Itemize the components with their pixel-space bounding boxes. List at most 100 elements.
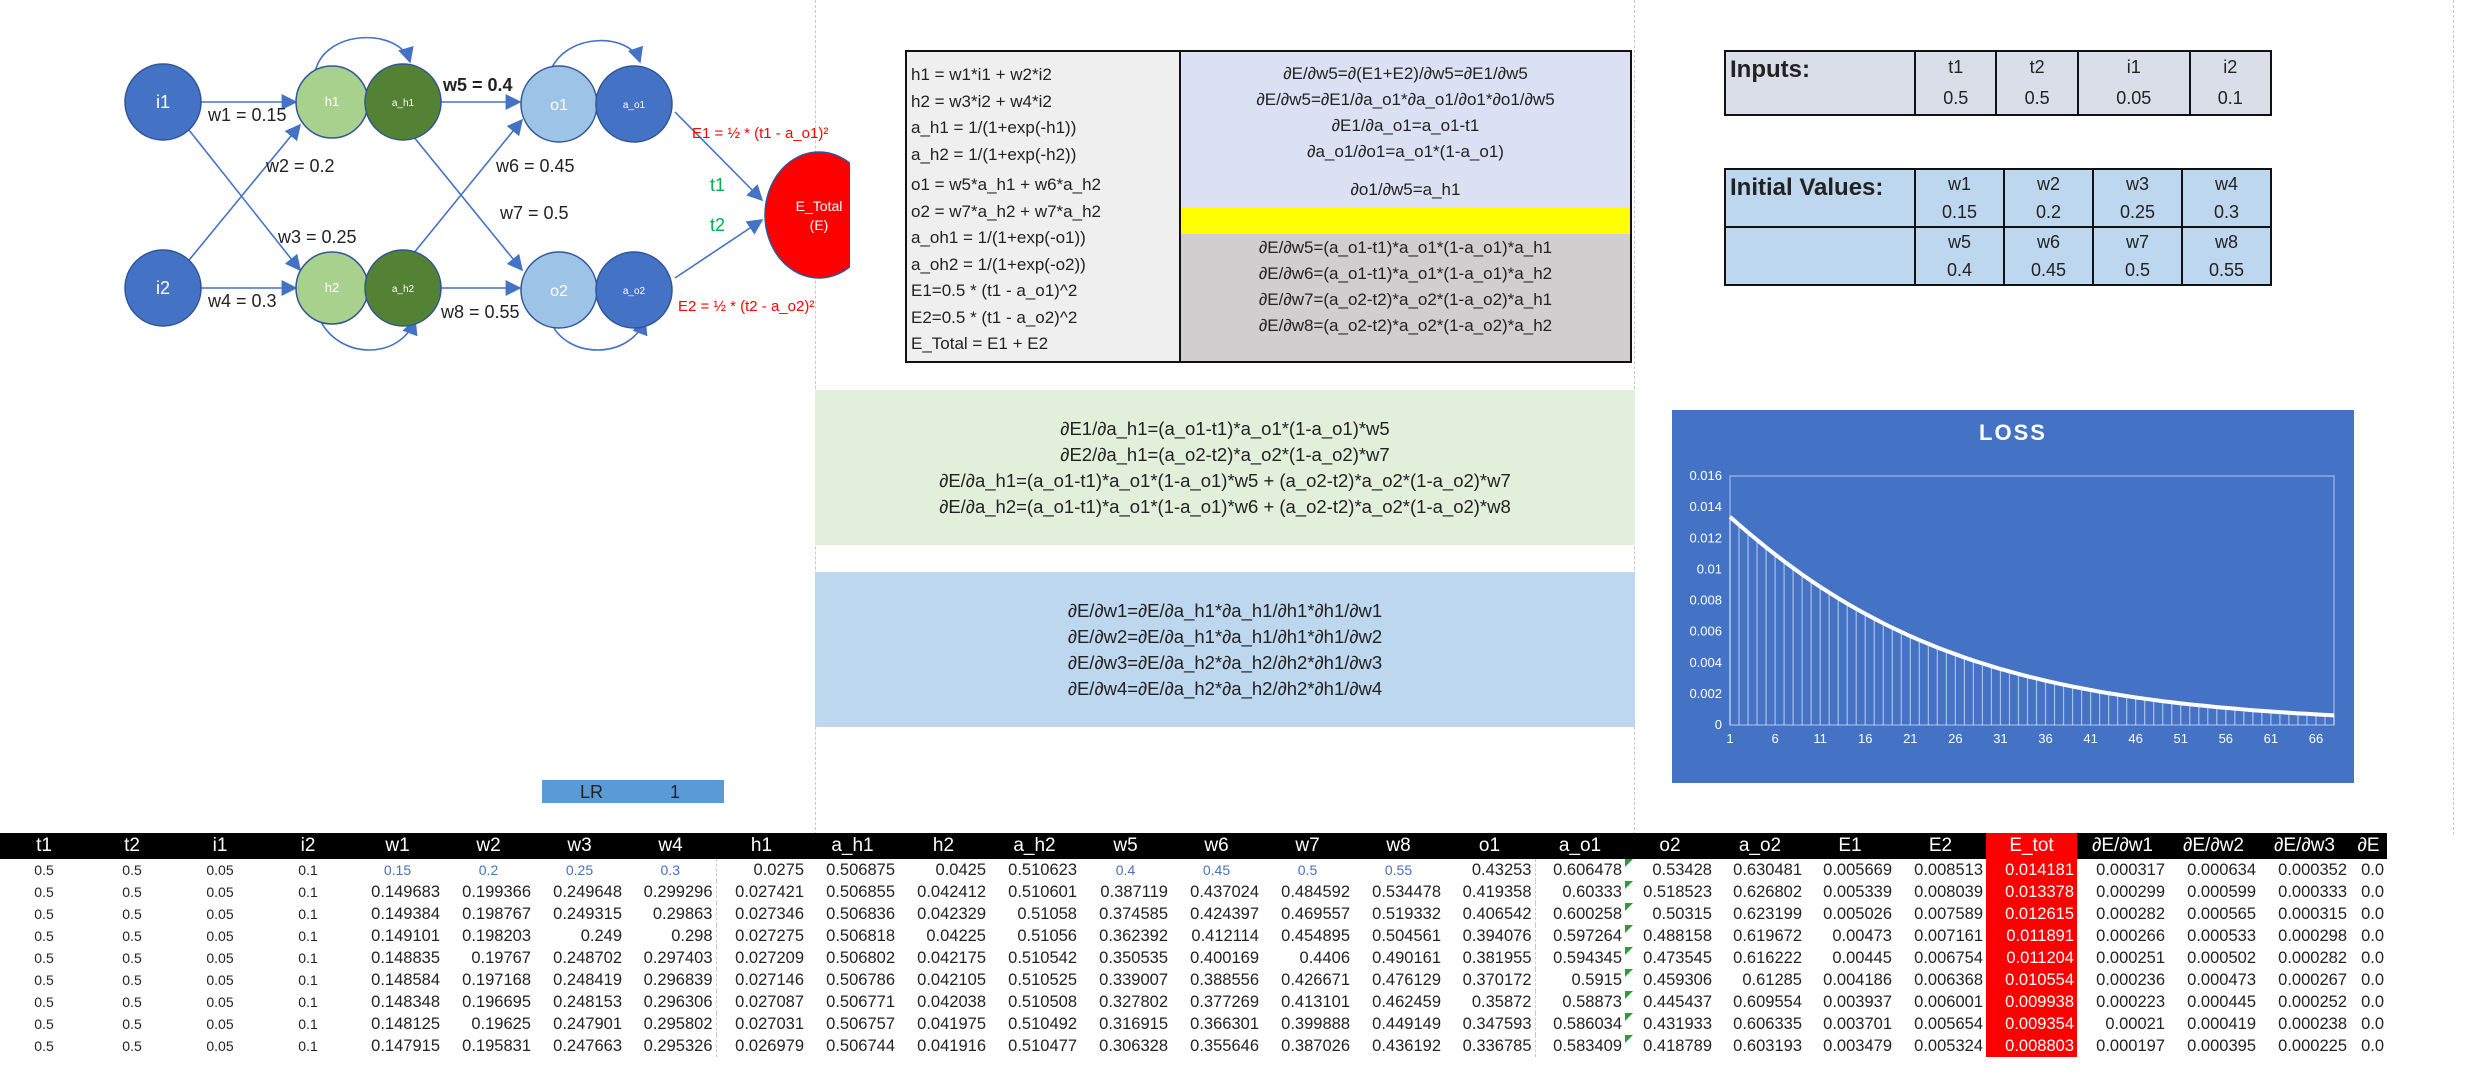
column-header[interactable]: o1 xyxy=(1444,833,1535,859)
column-header[interactable]: w3 xyxy=(534,833,625,859)
table-cell[interactable]: 0.000599 xyxy=(2168,881,2259,903)
table-cell[interactable]: 0.000395 xyxy=(2168,1035,2259,1057)
table-cell[interactable]: 0.1 xyxy=(264,881,352,903)
column-header[interactable]: a_o1 xyxy=(1535,833,1625,859)
table-cell[interactable]: 0.606478 xyxy=(1534,859,1625,881)
table-cell[interactable]: 0.394076 xyxy=(1444,925,1535,947)
table-cell[interactable]: 0.5 xyxy=(0,1013,88,1035)
table-cell[interactable]: 0.400169 xyxy=(1171,947,1262,969)
table-cell[interactable]: 0.000502 xyxy=(2168,947,2259,969)
table-cell[interactable]: 0.506855 xyxy=(807,881,898,903)
table-cell[interactable]: 0.000317 xyxy=(2077,859,2168,881)
table-cell[interactable]: 0.000419 xyxy=(2168,1013,2259,1035)
table-cell[interactable]: 0.387026 xyxy=(1262,1035,1353,1057)
table-cell[interactable]: 0.306328 xyxy=(1080,1035,1171,1057)
table-cell[interactable]: 0.009354 xyxy=(1986,1013,2077,1035)
column-header[interactable]: E_tot xyxy=(1986,833,2077,859)
table-cell[interactable]: 0.297403 xyxy=(625,947,716,969)
table-cell[interactable]: 0.510525 xyxy=(989,969,1080,991)
table-cell[interactable]: 0.327802 xyxy=(1080,991,1171,1013)
table-cell[interactable]: 0.148348 xyxy=(352,991,443,1013)
table-cell[interactable]: 0.626802 xyxy=(1715,881,1805,903)
table-cell[interactable]: 0.381955 xyxy=(1444,947,1535,969)
table-cell[interactable]: 0.606335 xyxy=(1715,1013,1805,1035)
table-cell[interactable]: 0.490161 xyxy=(1353,947,1444,969)
table-cell[interactable]: 0.00445 xyxy=(1805,947,1895,969)
table-cell[interactable]: 0.249 xyxy=(534,925,625,947)
table-cell[interactable]: 0.000282 xyxy=(2077,903,2168,925)
table-cell[interactable]: 0.0 xyxy=(2350,881,2387,903)
column-header[interactable]: t1 xyxy=(0,833,88,859)
table-cell[interactable]: 0.011891 xyxy=(1986,925,2077,947)
table-cell[interactable]: 0.377269 xyxy=(1171,991,1262,1013)
table-cell[interactable]: 0.15 xyxy=(352,859,443,881)
column-header[interactable]: w4 xyxy=(625,833,716,859)
table-cell[interactable]: 0.53428 xyxy=(1625,859,1715,881)
table-cell[interactable]: 0.000333 xyxy=(2259,881,2350,903)
table-cell[interactable]: 0.339007 xyxy=(1080,969,1171,991)
column-header[interactable]: E2 xyxy=(1895,833,1986,859)
table-cell[interactable]: 0.000634 xyxy=(2168,859,2259,881)
table-cell[interactable]: 0.296306 xyxy=(625,991,716,1013)
table-cell[interactable]: 0.005669 xyxy=(1805,859,1895,881)
table-cell[interactable]: 0.366301 xyxy=(1171,1013,1262,1035)
weight-value[interactable]: 0.45 xyxy=(2003,256,2094,286)
weight-value[interactable]: 0.2 xyxy=(2003,198,2094,228)
table-cell[interactable]: 0.0 xyxy=(2350,969,2387,991)
table-cell[interactable]: 0.506771 xyxy=(807,991,898,1013)
column-header[interactable]: a_o2 xyxy=(1715,833,1805,859)
table-cell[interactable]: 0.05 xyxy=(176,903,264,925)
table-cell[interactable]: 0.374585 xyxy=(1080,903,1171,925)
table-cell[interactable]: 0.35872 xyxy=(1444,991,1535,1013)
column-header[interactable]: ∂E/∂w1 xyxy=(2077,833,2168,859)
table-cell[interactable]: 0.5 xyxy=(0,969,88,991)
weight-value[interactable]: 0.55 xyxy=(2181,256,2272,286)
column-header[interactable]: i2 xyxy=(264,833,352,859)
table-cell[interactable]: 0.51058 xyxy=(989,903,1080,925)
column-header[interactable]: i1 xyxy=(176,833,264,859)
table-cell[interactable]: 0.5 xyxy=(0,1035,88,1057)
table-cell[interactable]: 0.437024 xyxy=(1171,881,1262,903)
table-cell[interactable]: 0.506836 xyxy=(807,903,898,925)
weight-value[interactable]: 0.3 xyxy=(2181,198,2272,228)
table-cell[interactable]: 0.148125 xyxy=(352,1013,443,1035)
table-cell[interactable]: 0.5 xyxy=(88,1013,176,1035)
table-cell[interactable]: 0.012615 xyxy=(1986,903,2077,925)
table-cell[interactable]: 0.000252 xyxy=(2259,991,2350,1013)
weight-value[interactable]: 0.4 xyxy=(1914,256,2005,286)
table-cell[interactable]: 0.000352 xyxy=(2259,859,2350,881)
table-cell[interactable]: 0.43253 xyxy=(1444,859,1535,881)
weight-value[interactable]: 0.5 xyxy=(2092,256,2183,286)
table-cell[interactable]: 0.05 xyxy=(176,969,264,991)
column-header[interactable]: w2 xyxy=(443,833,534,859)
table-cell[interactable]: 0.55 xyxy=(1353,859,1444,881)
table-cell[interactable]: 0.518523 xyxy=(1625,881,1715,903)
table-cell[interactable]: 0.148584 xyxy=(352,969,443,991)
table-cell[interactable]: 0.630481 xyxy=(1715,859,1805,881)
table-cell[interactable]: 0.000267 xyxy=(2259,969,2350,991)
table-cell[interactable]: 0.008513 xyxy=(1895,859,1986,881)
table-cell[interactable]: 0.010554 xyxy=(1986,969,2077,991)
table-cell[interactable]: 0.000473 xyxy=(2168,969,2259,991)
table-cell[interactable]: 0.247901 xyxy=(534,1013,625,1035)
table-cell[interactable]: 0.027087 xyxy=(715,991,807,1013)
table-cell[interactable]: 0.454895 xyxy=(1262,925,1353,947)
table-cell[interactable]: 0.195831 xyxy=(443,1035,534,1057)
table-cell[interactable]: 0.594345 xyxy=(1534,947,1625,969)
table-cell[interactable]: 0.0 xyxy=(2350,903,2387,925)
table-cell[interactable]: 0.000223 xyxy=(2077,991,2168,1013)
table-cell[interactable]: 0.506818 xyxy=(807,925,898,947)
table-cell[interactable]: 0.5 xyxy=(88,1035,176,1057)
table-cell[interactable]: 0.197168 xyxy=(443,969,534,991)
table-cell[interactable]: 0.583409 xyxy=(1534,1035,1625,1057)
table-cell[interactable]: 0.61285 xyxy=(1715,969,1805,991)
table-cell[interactable]: 0.006368 xyxy=(1895,969,1986,991)
table-cell[interactable]: 0.000445 xyxy=(2168,991,2259,1013)
column-header[interactable]: w7 xyxy=(1262,833,1353,859)
table-cell[interactable]: 0.0 xyxy=(2350,1013,2387,1035)
table-cell[interactable]: 0.013378 xyxy=(1986,881,2077,903)
table-cell[interactable]: 0.399888 xyxy=(1262,1013,1353,1035)
table-cell[interactable]: 0.000298 xyxy=(2259,925,2350,947)
table-cell[interactable]: 0.006754 xyxy=(1895,947,1986,969)
table-cell[interactable]: 0.412114 xyxy=(1171,925,1262,947)
